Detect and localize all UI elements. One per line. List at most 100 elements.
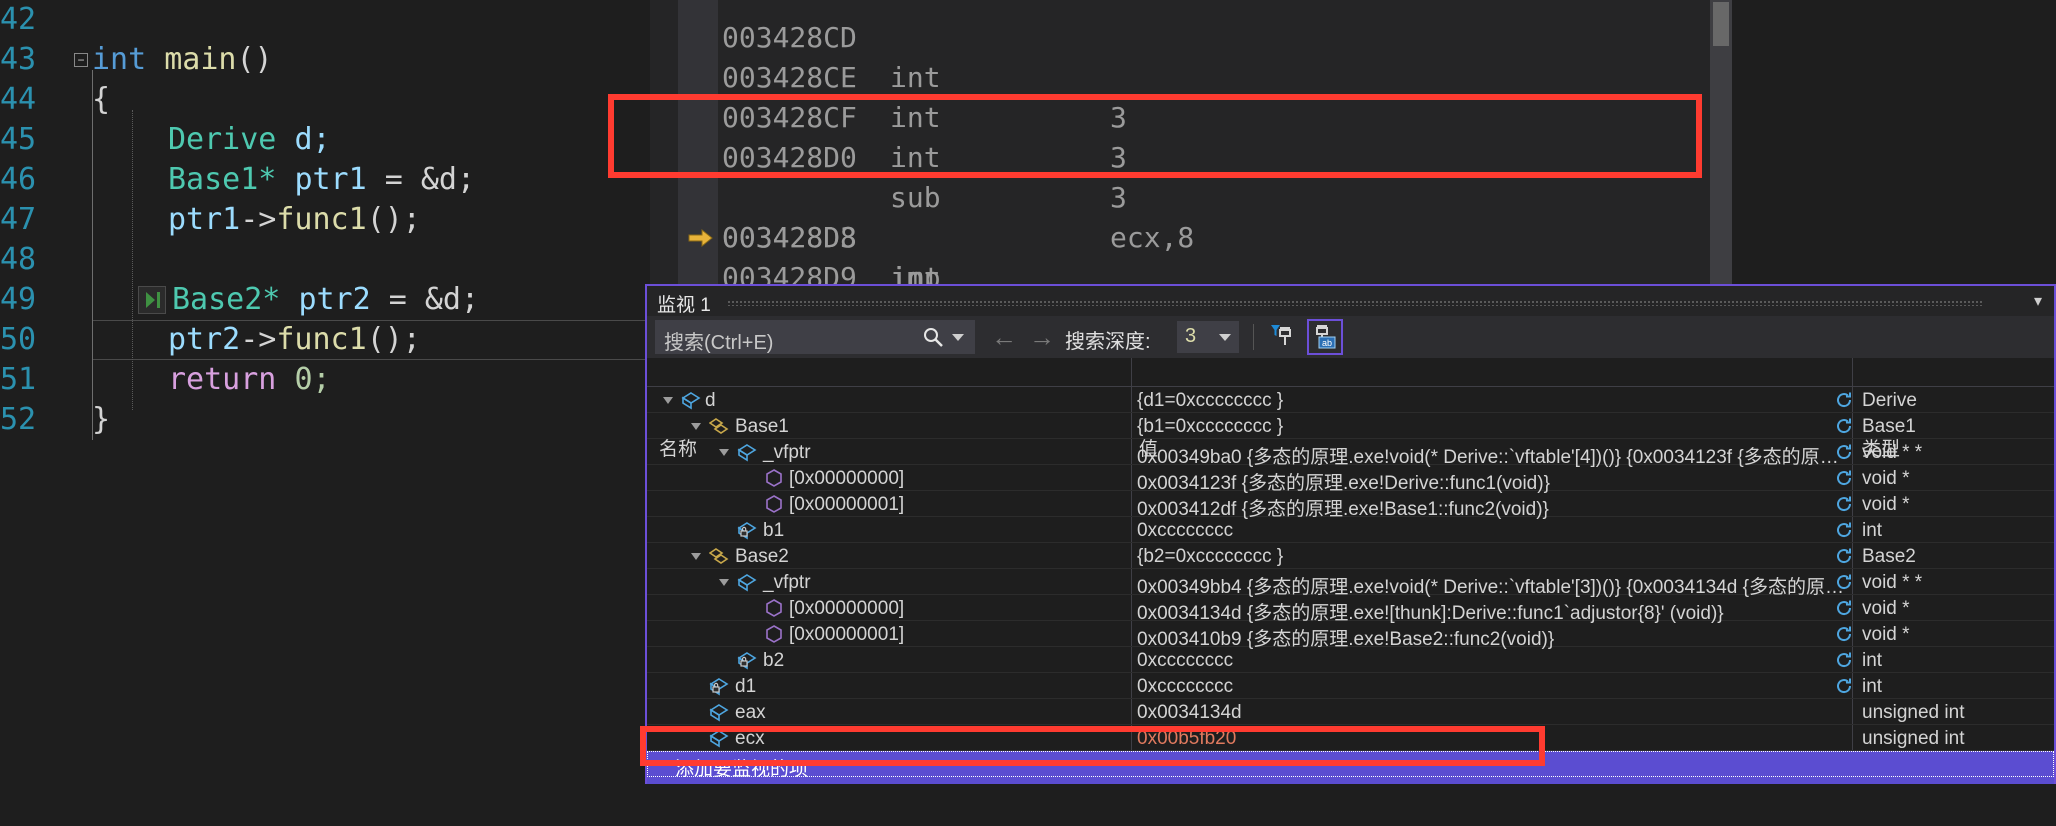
private-field-icon xyxy=(709,677,729,697)
call-end-2: (); xyxy=(366,322,421,357)
refresh-icon[interactable] xyxy=(1835,651,1853,669)
code-line-48[interactable]: 48 xyxy=(0,240,650,280)
run-to-cursor-icon[interactable] xyxy=(138,286,166,314)
search-icon[interactable] xyxy=(922,326,944,348)
table-row[interactable]: Base2 {b2=0xcccccccc } Base2 xyxy=(647,543,2054,569)
watch-item-type: Base1 xyxy=(1862,416,1916,437)
watch-item-type: unsigned int xyxy=(1862,728,1965,749)
table-row[interactable]: b2 0xcccccccc int xyxy=(647,647,2054,673)
refresh-icon[interactable] xyxy=(1835,495,1853,513)
watch-item-value[interactable]: {b1=0xcccccccc } xyxy=(1137,416,1283,438)
fn-main: main xyxy=(164,42,237,77)
watch-item-type: int xyxy=(1862,676,1883,697)
table-row[interactable]: eax 0x0034134d unsigned int xyxy=(647,699,2054,725)
search-next-button[interactable]: → xyxy=(1029,324,1055,350)
disassembly-row[interactable]: 003428DA int 3 xyxy=(650,258,1732,284)
table-row[interactable]: _vfptr 0x00349ba0 {多态的原理.exe!void(* Deri… xyxy=(647,439,2054,468)
watch-toolbar[interactable]: 搜索(Ctrl+E) ← → 搜索深度: 3 ab xyxy=(647,316,2054,358)
disassembly-row[interactable]: 003428D8 int 3 xyxy=(650,178,1732,284)
watch-item-value[interactable]: {b2=0xcccccccc } xyxy=(1137,546,1283,568)
assign-op-2: = xyxy=(388,282,407,317)
struct-icon xyxy=(709,703,729,723)
watch-item-name: Base1 xyxy=(735,416,789,437)
table-row[interactable]: b1 0xcccccccc int xyxy=(647,517,2054,543)
expander-icon[interactable] xyxy=(663,397,673,404)
disassembly-row[interactable]: 003428CE int 3 xyxy=(650,18,1732,174)
table-row[interactable]: [0x00000001] 0x003410b9 {多态的原理.exe!Base2… xyxy=(647,621,2054,650)
watch-item-type: void * xyxy=(1862,598,1910,619)
var-ptr2-call: ptr2 xyxy=(168,322,241,357)
watch-item-value[interactable]: 0xcccccccc xyxy=(1137,650,1233,672)
expander-icon[interactable] xyxy=(719,449,729,456)
scope-guide xyxy=(92,70,93,440)
search-input[interactable]: 搜索(Ctrl+E) xyxy=(655,320,975,354)
refresh-icon[interactable] xyxy=(1835,469,1853,487)
refresh-icon[interactable] xyxy=(1835,625,1853,643)
disassembly-row[interactable]: 003428D0 sub ecx,8 xyxy=(650,98,1732,254)
watch-item-name: b2 xyxy=(763,650,785,671)
expander-icon[interactable] xyxy=(691,423,701,430)
filter-pin-icon[interactable] xyxy=(1267,321,1301,353)
table-row[interactable]: [0x00000000] 0x0034134d {多态的原理.exe![thun… xyxy=(647,595,2054,624)
watch-item-value[interactable]: {d1=0xcccccccc } xyxy=(1137,390,1283,412)
expander-icon[interactable] xyxy=(719,579,729,586)
disassembly-scrollbar-thumb[interactable] xyxy=(1713,2,1729,46)
disassembly-scrollbar[interactable] xyxy=(1710,0,1732,284)
chevron-down-icon[interactable]: ▾ xyxy=(2034,291,2042,311)
pointer-icon xyxy=(765,469,783,487)
watch-titlebar[interactable]: 监视 1 ▾ xyxy=(647,286,2054,316)
table-row[interactable]: _vfptr 0x00349bb4 {多态的原理.exe!void(* Deri… xyxy=(647,569,2054,598)
addr-of-d: &d; xyxy=(420,162,476,197)
watch-table-header: 名称 值 类型 xyxy=(647,358,2054,460)
watch-item-value[interactable]: 0xcccccccc xyxy=(1137,520,1233,542)
refresh-icon[interactable] xyxy=(1835,417,1853,435)
line-number: 45 xyxy=(0,122,37,157)
watch-item-name: eax xyxy=(735,702,766,723)
watch-add-item-row[interactable]: 添加要监视的项 xyxy=(647,751,2054,780)
line-number: 52 xyxy=(0,402,37,437)
search-previous-button[interactable]: ← xyxy=(991,324,1017,350)
disassembly-row-current[interactable]: 003428D3 jmp Derive::func1 (034123Fh) xyxy=(650,138,1732,284)
search-options-chevron-icon[interactable] xyxy=(952,334,964,341)
watch-item-value[interactable]: 0xcccccccc xyxy=(1137,676,1233,698)
table-row[interactable]: Base1 {b1=0xcccccccc } Base1 xyxy=(647,413,2054,439)
type-base2-ptr: Base2* xyxy=(172,282,281,317)
watch-item-value[interactable]: 0x0034134d xyxy=(1137,702,1242,724)
disassembly-row[interactable]: 003428CF int 3 xyxy=(650,58,1732,214)
refresh-icon[interactable] xyxy=(1835,573,1853,591)
refresh-icon[interactable] xyxy=(1835,677,1853,695)
watch-item-name: ecx xyxy=(735,728,765,749)
expander-icon[interactable] xyxy=(691,553,701,560)
search-depth-select[interactable]: 3 xyxy=(1177,321,1239,353)
disassembly-panel[interactable]: 003428CD int 3 003428CE int 3 003428CF i… xyxy=(650,0,1732,284)
code-line-44-text: { xyxy=(92,80,110,120)
refresh-icon[interactable] xyxy=(1835,443,1853,461)
watch-item-name: _vfptr xyxy=(763,442,811,463)
code-line-42[interactable]: 42 xyxy=(0,0,650,40)
disassembly-row[interactable]: 003428D9 int 3 xyxy=(650,218,1732,284)
table-row[interactable]: d {d1=0xcccccccc } Derive xyxy=(647,387,2054,413)
watch-item-type: int xyxy=(1862,650,1883,671)
arrow-op-2: -> xyxy=(240,322,277,357)
close-brace: } xyxy=(92,402,111,437)
line-number: 46 xyxy=(0,162,37,197)
var-ptr1: ptr1 xyxy=(294,162,367,197)
refresh-icon[interactable] xyxy=(1835,521,1853,539)
code-line-49-text: Base2* ptr2 = &d; xyxy=(172,280,479,320)
table-row[interactable]: ecx 0x00b5fb20 unsigned int xyxy=(647,725,2054,751)
table-row[interactable]: [0x00000001] 0x003412df {多态的原理.exe!Base1… xyxy=(647,491,2054,520)
refresh-icon[interactable] xyxy=(1835,547,1853,565)
fold-collapse-icon[interactable]: − xyxy=(74,53,88,67)
pin-ab-toggle-button[interactable]: ab xyxy=(1307,319,1343,355)
disassembly-row[interactable]: 003428CD int 3 xyxy=(650,0,1732,134)
table-row[interactable]: [0x00000000] 0x0034123f {多态的原理.exe!Deriv… xyxy=(647,465,2054,494)
line-number: 47 xyxy=(0,202,37,237)
chevron-down-icon[interactable] xyxy=(1219,334,1231,341)
watch-window[interactable]: 监视 1 ▾ 搜索(Ctrl+E) ← → 搜索深度: 3 ab 名称 值 类型… xyxy=(645,284,2056,803)
table-row[interactable]: d1 0xcccccccc int xyxy=(647,673,2054,699)
watch-item-value[interactable]: 0x00b5fb20 xyxy=(1137,728,1236,750)
refresh-icon[interactable] xyxy=(1835,391,1853,409)
editor-empty-area xyxy=(0,440,645,826)
refresh-icon[interactable] xyxy=(1835,599,1853,617)
watch-item-type: Derive xyxy=(1862,390,1917,411)
